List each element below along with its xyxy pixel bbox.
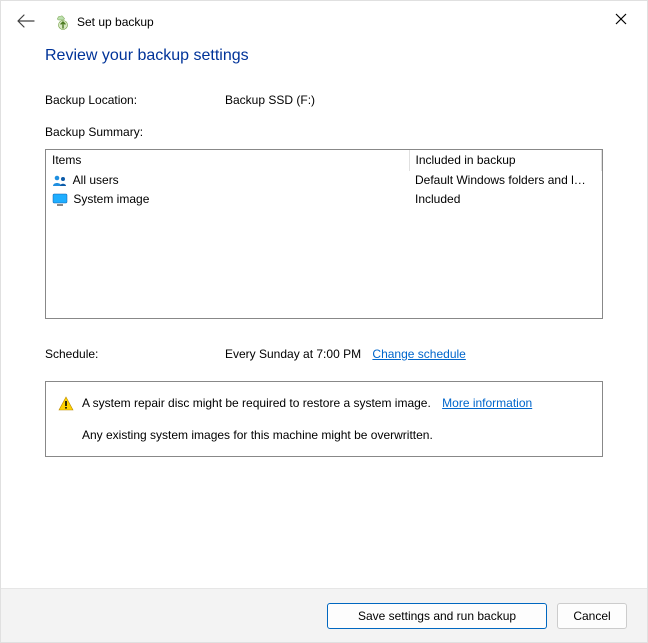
warning-text-2: Any existing system images for this mach…: [58, 428, 590, 442]
table-header-row: Items Included in backup: [46, 150, 602, 171]
button-bar: Save settings and run backup Cancel: [1, 588, 647, 642]
change-schedule-link[interactable]: Change schedule: [372, 347, 465, 361]
backup-summary-label: Backup Summary:: [45, 125, 603, 139]
backup-location-label: Backup Location:: [45, 93, 225, 107]
backup-location-row: Backup Location: Backup SSD (F:): [45, 93, 603, 107]
schedule-value: Every Sunday at 7:00 PM: [225, 347, 361, 361]
close-icon[interactable]: [615, 13, 627, 29]
back-arrow-icon[interactable]: [17, 13, 35, 31]
save-run-backup-button[interactable]: Save settings and run backup: [327, 603, 547, 629]
content-area: Review your backup settings Backup Locat…: [1, 41, 647, 457]
monitor-icon: [52, 193, 68, 207]
table-row[interactable]: System image Included: [46, 190, 602, 209]
schedule-label: Schedule:: [45, 347, 225, 361]
backup-app-icon: [55, 14, 71, 30]
schedule-row: Schedule: Every Sunday at 7:00 PM Change…: [45, 347, 603, 361]
window-title: Set up backup: [77, 15, 154, 29]
row-included-value: Default Windows folders and l…: [409, 171, 602, 190]
row-included-value: Included: [409, 190, 602, 209]
page-heading: Review your backup settings: [45, 47, 603, 65]
warning-text-1: A system repair disc might be required t…: [82, 396, 431, 410]
row-item-label: System image: [73, 192, 149, 206]
cancel-button[interactable]: Cancel: [557, 603, 627, 629]
summary-table: Items Included in backup: [45, 149, 603, 319]
row-item-label: All users: [73, 173, 119, 187]
backup-location-value: Backup SSD (F:): [225, 93, 315, 107]
column-included[interactable]: Included in backup: [409, 150, 602, 171]
users-icon: [52, 174, 68, 188]
warning-box: A system repair disc might be required t…: [45, 381, 603, 457]
column-items[interactable]: Items: [46, 150, 409, 171]
more-information-link[interactable]: More information: [442, 396, 532, 410]
table-row[interactable]: All users Default Windows folders and l…: [46, 171, 602, 190]
titlebar: Set up backup: [1, 1, 647, 41]
warning-icon: [58, 396, 74, 412]
